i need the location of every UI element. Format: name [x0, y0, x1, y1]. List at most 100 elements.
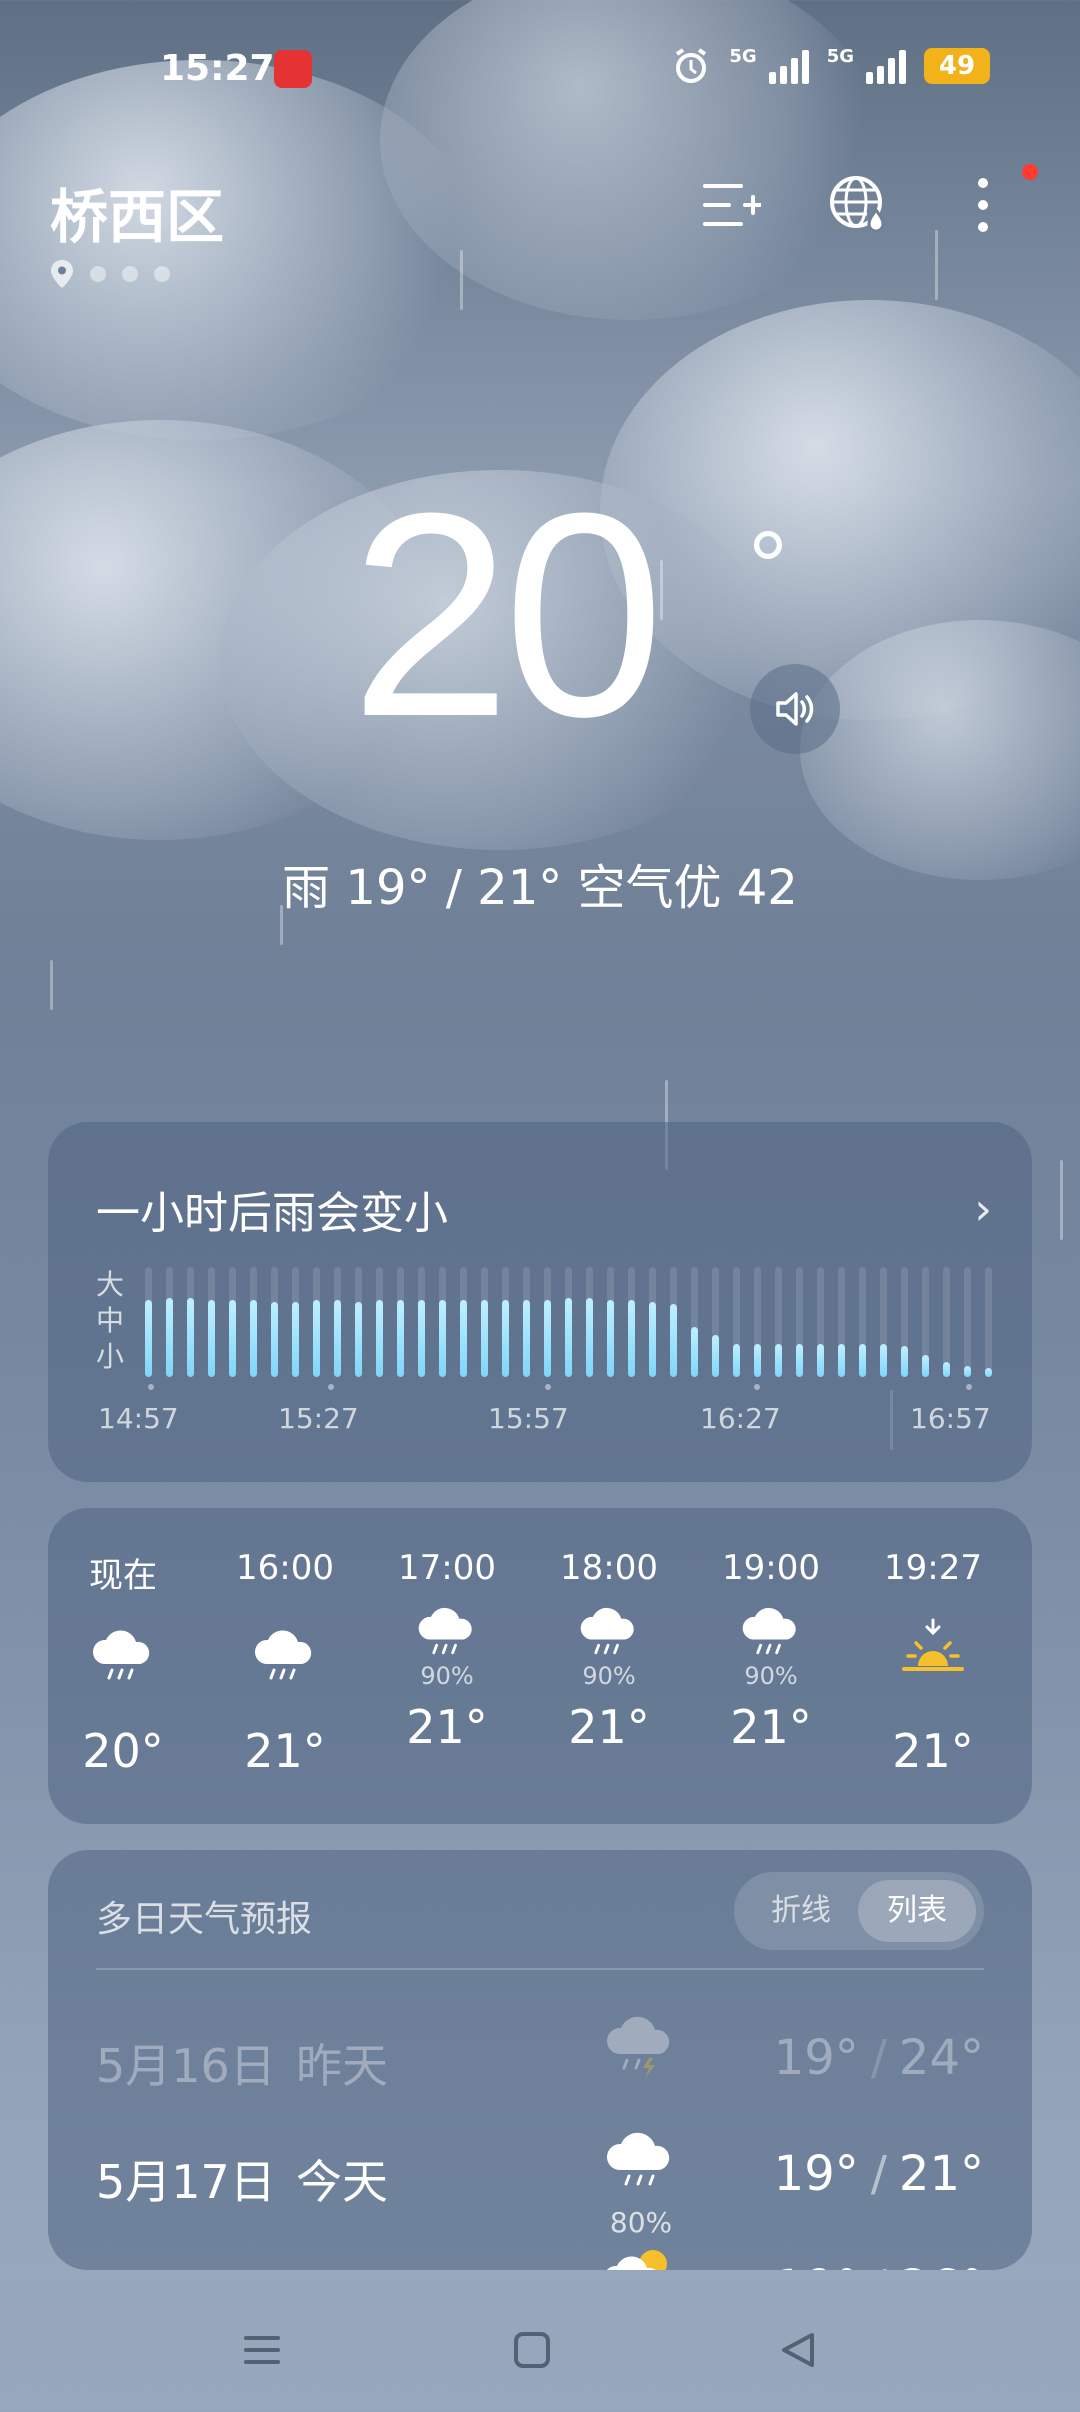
- voice-broadcast-button[interactable]: [750, 664, 840, 754]
- current-temperature: 20: [350, 453, 665, 777]
- globe-weather-button[interactable]: [824, 170, 894, 240]
- hour-item[interactable]: 19:27 21°: [858, 1548, 1008, 1778]
- battery-indicator: 49: [924, 48, 990, 84]
- location-pin-icon: [51, 260, 73, 288]
- rain-bar-track: [985, 1267, 992, 1377]
- nav-home-button[interactable]: [502, 2320, 562, 2380]
- more-vertical-icon: [978, 178, 988, 232]
- day-high: 21°: [898, 2146, 984, 2202]
- alarm-icon: [676, 48, 707, 83]
- divider: [96, 1968, 984, 1970]
- status-icons: 5G 5G 49: [671, 46, 990, 86]
- hour-temp: 21°: [244, 1724, 326, 1778]
- time-label: 16:27: [700, 1402, 781, 1435]
- sunset-icon: [902, 1618, 964, 1671]
- rain-forecast-title: 一小时后雨会变小: [96, 1188, 448, 1239]
- rain-bar: [418, 1300, 425, 1377]
- day-relative: 今天: [296, 2155, 388, 2209]
- rain-bar: [901, 1346, 908, 1377]
- hour-temp: 21°: [406, 1700, 488, 1754]
- rain-bar: [208, 1300, 215, 1377]
- partly-cloudy-icon: [607, 2250, 667, 2270]
- rain-forecast-card[interactable]: 一小时后雨会变小 › 大 中 小 14:57 15:27 15:57 16:27…: [48, 1122, 1032, 1482]
- rain-bar: [691, 1327, 698, 1377]
- toggle-list-view[interactable]: 列表: [858, 1880, 976, 1942]
- globe-rain-icon: [830, 176, 885, 233]
- more-menu-button[interactable]: [948, 164, 1038, 240]
- hour-time: 17:00: [398, 1548, 496, 1588]
- hour-precip-prob: [858, 1686, 1008, 1718]
- hourly-forecast-card[interactable]: 现在 20° 16:00 21° 17:00 90% 21° 18:00 90%…: [48, 1508, 1032, 1824]
- day-date: 5月18日: [96, 2260, 276, 2270]
- city-name[interactable]: 桥西区: [50, 170, 224, 254]
- hour-time: 现在: [89, 1556, 157, 1596]
- nav-menu-button[interactable]: [232, 2320, 292, 2380]
- hour-time: 19:00: [722, 1548, 820, 1588]
- network-type-1: 5G: [729, 46, 757, 67]
- hour-item[interactable]: 18:00 90% 21°: [534, 1548, 684, 1754]
- day-date: 5月16日: [96, 2039, 276, 2093]
- rain-bar: [649, 1302, 656, 1377]
- speaker-icon: [776, 692, 814, 726]
- hour-item[interactable]: 现在 20°: [48, 1548, 198, 1778]
- time-label: 15:57: [488, 1402, 569, 1435]
- day-temp-range: 19°/21°: [773, 2146, 984, 2202]
- rain-bar: [502, 1300, 509, 1377]
- time-label: 14:57: [98, 1402, 179, 1435]
- view-toggle: 折线 列表: [734, 1872, 984, 1950]
- page-dot: [122, 266, 138, 282]
- hour-item[interactable]: 16:00 21°: [210, 1548, 360, 1778]
- rain-bar: [943, 1362, 950, 1377]
- rain-bar: [523, 1300, 530, 1377]
- signal-icon-1: [768, 48, 809, 84]
- rain-bar: [985, 1368, 992, 1377]
- nav-back-button[interactable]: [768, 2320, 828, 2380]
- toggle-line-view[interactable]: 折线: [742, 1880, 860, 1942]
- daily-row[interactable]: 5月16日 昨天 19°/24°: [96, 2010, 984, 2120]
- chevron-right-icon: ›: [974, 1184, 992, 1235]
- thunder-rain-icon: [606, 2016, 670, 2078]
- day-high: 24°: [898, 2030, 984, 2086]
- rain-bar: [607, 1300, 614, 1377]
- rain-bar: [922, 1355, 929, 1377]
- time-tick-dot: [148, 1384, 154, 1390]
- day-relative: 明天: [296, 2260, 388, 2270]
- day-high: 26°: [899, 2260, 984, 2270]
- scale-heavy: 大: [96, 1268, 125, 1301]
- daily-row[interactable]: 5月18日 明天 19°/26°: [96, 2240, 984, 2270]
- rain-icon: [742, 1607, 796, 1655]
- daily-forecast-card[interactable]: 多日天气预报 折线 列表 5月16日 昨天 19°/24° 5月17日 今天 8…: [48, 1850, 1032, 2270]
- page-dot: [154, 266, 170, 282]
- rain-icon: [606, 2132, 670, 2186]
- rain-bar: [544, 1300, 551, 1377]
- rain-bar: [859, 1344, 866, 1377]
- status-bar: 15:27 5G 5G 49: [0, 0, 1080, 135]
- hour-time: 16:00: [236, 1548, 334, 1588]
- time-label: 16:57: [910, 1402, 991, 1435]
- rain-bar: [271, 1302, 278, 1377]
- daily-row[interactable]: 5月17日 今天 80% 19°/21°: [96, 2126, 984, 2239]
- hour-temp: 21°: [892, 1724, 974, 1778]
- rain-intensity-chart: [145, 1262, 992, 1377]
- rain-bar: [964, 1366, 971, 1377]
- time-label: 15:27: [278, 1402, 359, 1435]
- day-date: 5月17日: [96, 2155, 276, 2209]
- rain-bar: [313, 1300, 320, 1377]
- hour-time: 19:27: [884, 1548, 982, 1588]
- rain-bar: [712, 1335, 719, 1377]
- scale-light: 小: [96, 1340, 125, 1373]
- day-low: 19°: [773, 2030, 859, 2086]
- hour-item[interactable]: 17:00 90% 21°: [372, 1548, 522, 1754]
- rain-bar: [481, 1300, 488, 1377]
- hour-precip-prob: 90%: [744, 1662, 798, 1690]
- weather-summary: 雨 19° / 21° 空气优 42: [282, 860, 798, 916]
- rain-bar: [796, 1344, 803, 1377]
- rain-bar: [376, 1300, 383, 1377]
- rain-bar: [229, 1300, 236, 1377]
- daily-forecast-title: 多日天气预报: [96, 1899, 313, 1940]
- hour-item[interactable]: 19:00 90% 21°: [696, 1548, 846, 1754]
- rain-bar: [880, 1344, 887, 1377]
- city-list-add-button[interactable]: [696, 170, 766, 240]
- rain-icon: [418, 1607, 472, 1655]
- day-temp-range: 19°/26°: [774, 2260, 984, 2270]
